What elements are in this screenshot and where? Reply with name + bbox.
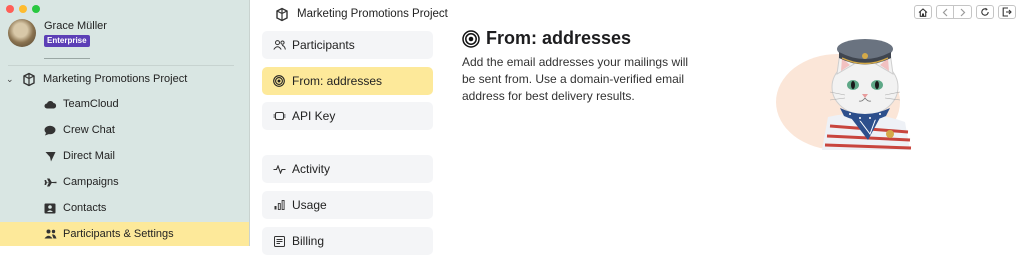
key-icon: [272, 111, 286, 121]
chevron-down-icon[interactable]: ⌄: [6, 74, 14, 85]
close-window-button[interactable]: [6, 5, 14, 13]
content-title-text: From: addresses: [486, 28, 632, 48]
menu-item-label: API Key: [292, 109, 336, 123]
divider: [8, 65, 234, 66]
exit-button[interactable]: [998, 5, 1016, 19]
menu-item-from-addresses[interactable]: From: addresses: [262, 67, 433, 95]
cat-sailor-illustration: [770, 22, 930, 162]
sidebar: Grace Müller Enterprise ⌄ Marketing Prom…: [0, 0, 250, 246]
target-icon: [462, 29, 480, 48]
project-name: Marketing Promotions Project: [43, 73, 188, 85]
plan-badge: Enterprise: [44, 35, 90, 47]
menu-item-billing[interactable]: Billing: [262, 227, 433, 255]
exit-icon: [1002, 7, 1012, 17]
contact-card-icon: [43, 203, 57, 214]
refresh-button[interactable]: [976, 5, 994, 19]
sidebar-item-label: Participants & Settings: [63, 228, 174, 240]
menu-item-label: Usage: [292, 198, 327, 212]
zoom-window-button[interactable]: [32, 5, 40, 13]
pulse-icon: [272, 164, 286, 174]
home-icon: [918, 7, 928, 17]
refresh-icon: [980, 7, 990, 17]
sidebar-item-label: Direct Mail: [63, 150, 115, 162]
sidebar-item-label: TeamCloud: [63, 98, 119, 110]
sidebar-item-label: Crew Chat: [63, 124, 115, 136]
sidebar-item-contacts[interactable]: Contacts: [0, 196, 249, 220]
sidebar-item-participants-settings[interactable]: Participants & Settings: [0, 222, 249, 246]
sidebar-item-label: Contacts: [63, 202, 107, 214]
content-title: From: addresses: [462, 28, 631, 49]
menu-item-api-key[interactable]: API Key: [262, 102, 433, 130]
forward-icon: [960, 8, 966, 17]
back-icon: [942, 8, 948, 17]
participants-icon: [272, 40, 286, 50]
cloud-icon: [43, 100, 57, 109]
back-button[interactable]: [936, 5, 954, 19]
menu-item-label: From: addresses: [292, 74, 383, 88]
airplane-icon: [43, 178, 57, 187]
window-controls: [6, 5, 40, 13]
sidebar-item-crew-chat[interactable]: Crew Chat: [0, 118, 249, 142]
divider: [44, 58, 90, 59]
people-icon: [43, 229, 57, 239]
sidebar-item-direct-mail[interactable]: Direct Mail: [0, 144, 249, 168]
menu-item-label: Participants: [292, 38, 355, 52]
minimize-window-button[interactable]: [19, 5, 27, 13]
target-icon: [272, 75, 286, 87]
project-logo-icon: [22, 72, 36, 87]
menu-item-label: Activity: [292, 162, 331, 176]
menu-item-usage[interactable]: Usage: [262, 191, 433, 219]
sidebar-item-teamcloud[interactable]: TeamCloud: [0, 92, 249, 116]
sidebar-project[interactable]: ⌄ Marketing Promotions Project: [0, 70, 249, 88]
sidebar-item-label: Campaigns: [63, 176, 119, 188]
menu-item-participants[interactable]: Participants: [262, 31, 433, 59]
user-name: Grace Müller: [44, 20, 107, 32]
page-title: Marketing Promotions Project: [297, 8, 448, 20]
sidebar-item-campaigns[interactable]: Campaigns: [0, 170, 249, 194]
toolbar: [914, 5, 1016, 19]
forward-button[interactable]: [954, 5, 972, 19]
paper-plane-icon: [43, 151, 57, 162]
content-description: Add the email addresses your mailings wi…: [462, 55, 689, 103]
chat-bubble-icon: [43, 125, 57, 136]
menu-item-activity[interactable]: Activity: [262, 155, 433, 183]
bar-chart-icon: [272, 200, 286, 210]
home-button[interactable]: [914, 5, 932, 19]
avatar[interactable]: [8, 19, 36, 47]
billing-icon: [272, 235, 286, 247]
project-logo-icon: [275, 7, 289, 22]
